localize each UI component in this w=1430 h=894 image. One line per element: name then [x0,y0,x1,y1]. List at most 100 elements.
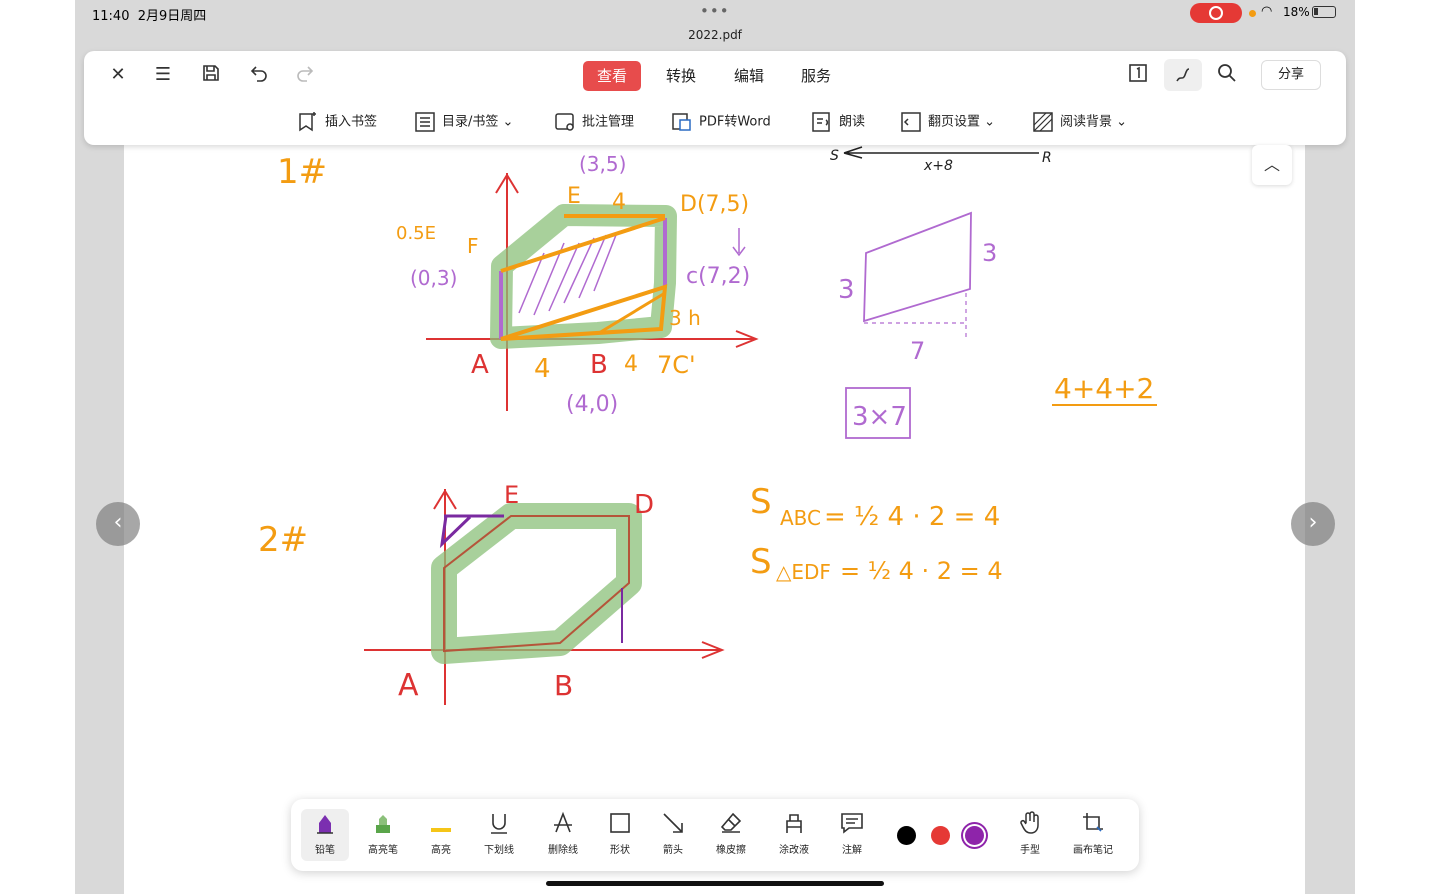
battery-icon [1312,6,1336,18]
label-3-5: (3,5) [579,152,626,176]
pen-toolbar: 铅笔 高亮笔 高亮 下划线 删除线 形状 箭头 橡皮擦 涂改液 注解 手型 画布… [291,799,1139,871]
tool-underline[interactable]: 下划线 [475,809,523,861]
tool-eraser[interactable]: 橡皮擦 [707,809,755,861]
next-page-button[interactable]: › [1291,502,1335,546]
tool-pencil[interactable]: 铅笔 [301,809,349,861]
page-icon[interactable] [1123,63,1153,87]
save-icon[interactable] [196,63,226,87]
handwritten-annotations: 1# (3,5) E 4 D(7,5) 0.5E F (0,3) c(7,2) … [258,146,1157,705]
background-icon [1033,112,1053,132]
label-b-1: B [590,350,608,380]
label-c-7-2: c(7,2) [686,264,750,289]
pdf-page: 1# (3,5) E 4 D(7,5) 0.5E F (0,3) c(7,2) … [124,143,1305,894]
formula-sabc-sub: ABC [780,506,821,530]
label-e-1: E [567,184,581,209]
color-purple-swatch[interactable] [965,826,984,845]
label-3-left: 3 [838,275,855,305]
color-black-swatch[interactable] [897,826,916,845]
label-7: 7 [910,337,925,365]
label-3-right: 3 [982,239,997,267]
page-turn-settings-button[interactable]: 翻页设置 ⌄ [900,111,995,133]
tool-strikethrough[interactable]: 删除线 [539,809,587,861]
label-4-a: 4 [534,354,551,384]
label-0-5-e: 0.5E [396,223,436,244]
toc-icon [415,112,435,132]
label-sum: 4+4+2 [1054,372,1154,405]
label-1: 1# [277,152,327,192]
screen-record-icon[interactable] [1190,3,1242,23]
top-toolbar: ✕ ☰ 查看 转换 编辑 服务 分享 插入书签 目录/书签 ⌄ 批注管理 PDF… [84,51,1346,145]
share-button[interactable]: 分享 [1261,60,1321,90]
home-indicator[interactable] [546,881,884,886]
tool-highlight[interactable]: 高亮 [417,809,465,861]
tab-edit[interactable]: 编辑 [720,61,778,91]
tool-correction-fluid[interactable]: 涂改液 [770,809,818,861]
tool-shape[interactable]: 形状 [596,809,644,861]
pdf-to-word-button[interactable]: PDF转Word [671,111,771,133]
app-frame: 11:40 2月9日周四 ••• 2022.pdf ◠ 18% ✕ ☰ 查看 转… [75,0,1355,894]
color-red-swatch[interactable] [931,826,950,845]
formula-sedf-s: S [750,542,772,582]
tool-canvas-note[interactable]: 画布笔记 [1069,809,1117,861]
collapse-toolbar-button[interactable]: ︿ [1252,145,1292,185]
formula-sabc-s: S [750,482,772,522]
tab-service[interactable]: 服务 [787,61,845,91]
note-icon [841,813,863,834]
mic-indicator-icon [1249,10,1256,17]
search-icon[interactable] [1212,63,1242,87]
sr-arrow [843,146,1039,159]
redo-icon[interactable] [290,63,320,87]
read-aloud-icon [812,112,830,132]
canvas-note-icon [1083,813,1103,832]
highlight-icon [431,828,451,832]
prev-page-button[interactable]: ‹ [96,502,140,546]
tool-arrow[interactable]: 箭头 [649,809,697,861]
formula-sedf-eq: = ½ 4 · 2 = 4 [840,557,1003,585]
label-b-2: B [554,669,573,702]
label-r: R [1042,150,1052,166]
highlight-2 [431,503,642,664]
tool-note[interactable]: 注解 [828,809,876,861]
bookmark-icon [299,112,316,132]
undo-icon[interactable] [244,63,274,87]
label-h: 3 h [669,306,701,330]
label-4-0: (4,0) [566,392,618,417]
menu-icon[interactable]: ☰ [148,63,178,87]
label-0-3: (0,3) [410,266,457,290]
close-icon[interactable]: ✕ [103,63,133,87]
pen-mode-icon[interactable] [1164,59,1202,91]
chevron-up-icon: ︿ [1263,155,1280,174]
read-aloud-button[interactable]: 朗读 [811,111,865,133]
label-2: 2# [258,520,308,560]
status-time: 11:40 2月9日周四 [92,9,207,24]
label-d-7-5: D(7,5) [680,192,749,217]
toc-bookmark-button[interactable]: 目录/书签 ⌄ [414,111,513,133]
label-4-top: 4 [612,190,626,215]
annotation-manage-button[interactable]: 批注管理 [554,111,634,133]
label-s: S [830,148,839,164]
tool-hand[interactable]: 手型 [1006,809,1054,861]
multitask-dots-icon[interactable]: ••• [700,2,730,20]
shape-icon [610,813,630,833]
tool-highlighter[interactable]: 高亮笔 [359,809,407,861]
pdf-word-icon [672,113,691,131]
parallelogram [863,211,972,323]
correction-fluid-icon [786,814,802,833]
battery-percent: 18% [1283,5,1310,19]
underline-icon [491,814,507,834]
arrow-down-icon [732,228,746,257]
label-4-b: 4 [624,352,638,377]
tab-view[interactable]: 查看 [583,61,642,91]
label-f: F [467,234,479,258]
tab-convert[interactable]: 转换 [652,61,710,91]
pencil-icon [317,815,333,834]
formula-sedf-sub: △EDF [776,560,831,584]
label-d-2: D [634,490,654,520]
formula-sabc-eq: = ½ 4 · 2 = 4 [824,502,1000,532]
reading-background-button[interactable]: 阅读背景 ⌄ [1032,111,1127,133]
label-x-8: x+8 [923,158,953,174]
page-turn-icon [901,112,921,132]
insert-bookmark-button[interactable]: 插入书签 [297,111,377,133]
strikethrough-icon [554,811,572,833]
arrow-icon [663,813,683,833]
